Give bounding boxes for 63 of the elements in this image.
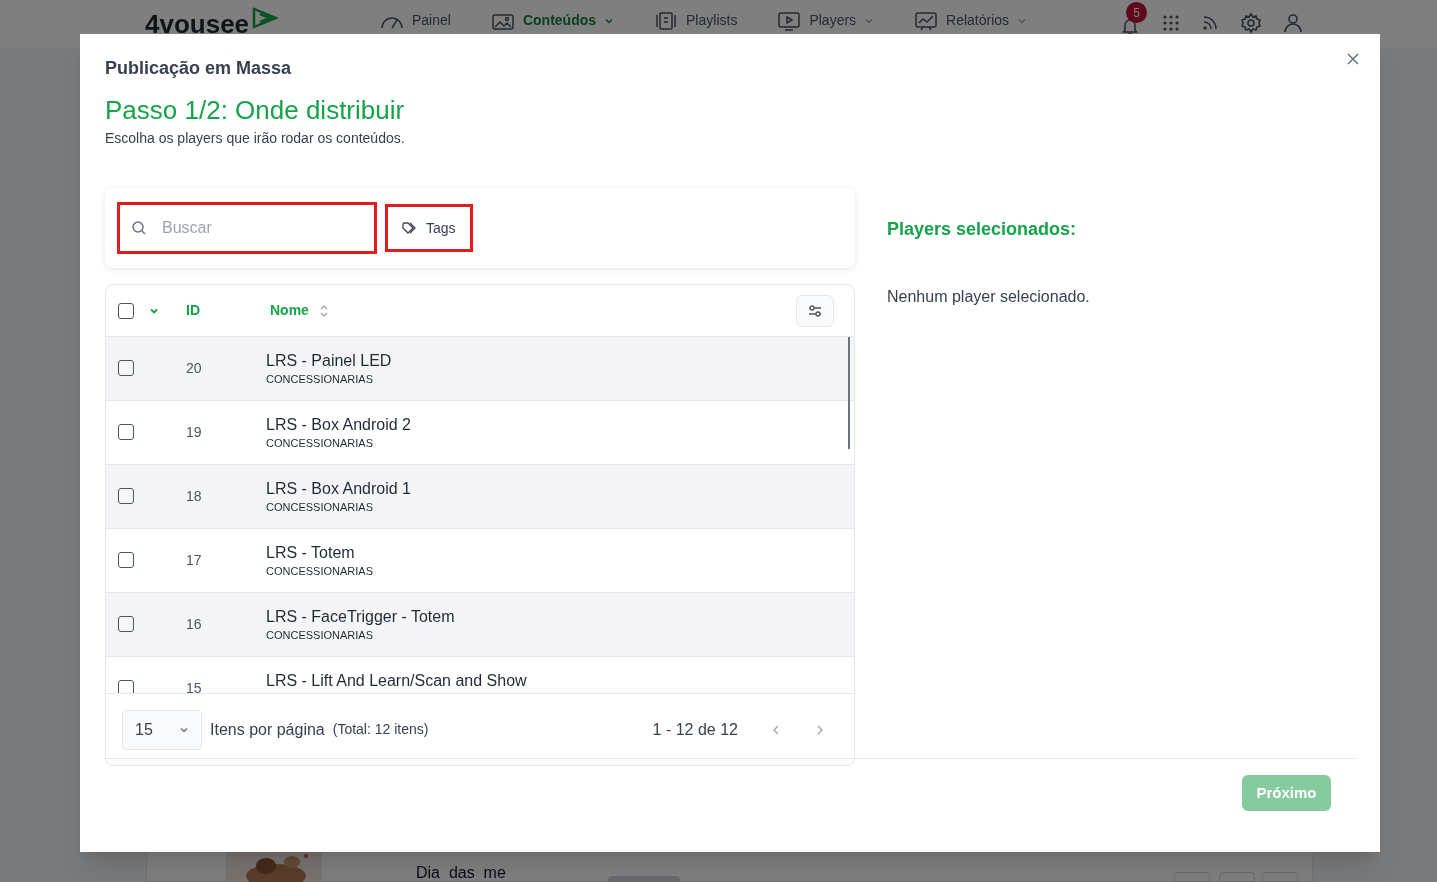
player-name: LRS - Totem [266,543,356,563]
player-group: CONCESSIONARIAS [266,371,392,387]
status-bar [608,876,680,882]
film-icon [654,10,679,31]
id-cell-text: 17 [186,551,203,570]
player-group: CONCESSIONARIAS [266,627,455,643]
player-group: CONCESSIONARIAS [266,563,373,579]
rss-icon[interactable] [1200,13,1220,33]
sliders-icon [807,303,823,318]
tags-icon [402,222,418,234]
step-title: Passo 1/2: Onde distribuir [105,94,406,126]
player-name: LRS - Box Android 2 [266,415,411,435]
play-logo-icon [251,6,280,30]
step-description: Escolha os players que irão rodar os conteúdos. [105,129,406,148]
nav-link[interactable]: Painel [380,10,451,31]
row-checkbox[interactable] [118,424,134,440]
column-header[interactable]: Nome [270,300,309,321]
player-group: CONCESSIONARIAS [266,499,411,515]
user-icon[interactable] [1282,12,1304,34]
close-icon [1346,52,1360,66]
id-cell-text: 18 [186,487,203,506]
close-button[interactable] [1346,52,1360,66]
total-count: (Total: 12 itens) [332,720,429,739]
nav-link[interactable]: Relatórios [914,10,1028,31]
row-checkbox[interactable] [118,616,134,632]
nav-link[interactable]: Players [777,10,875,31]
select-all-checkbox[interactable] [118,302,134,319]
player-name: LRS - Lift And Learn/Scan and Show [266,671,527,691]
page-range: 1 - 12 de 12 [652,719,738,740]
empty-selection-text: Nenhum player selecionado. [887,287,1091,307]
sort-icon[interactable] [318,303,329,318]
id-cell-text: 19 [186,423,203,442]
content-title: Dia das me [416,864,506,882]
settings-icon[interactable] [1240,12,1262,34]
notification-badge: 5 [1126,2,1147,23]
id-cell-text: 15 [186,679,203,693]
nav-link[interactable]: Playlists [654,10,738,31]
row-checkbox[interactable] [118,488,134,504]
modal-title: Publicação em Massa [105,57,293,80]
chevron-left-icon [771,723,781,736]
search-icon [131,220,147,236]
column-header[interactable]: ID [186,300,270,321]
player-group: CONCESSIONARIAS [266,435,411,451]
chevron-right-icon [815,723,825,736]
selected-players-title: Players selecionados: [887,218,1078,241]
row-checkbox[interactable] [118,680,134,693]
search-field[interactable]: Buscar [117,202,377,254]
per-page-select[interactable]: 15 [122,709,202,750]
player-name: LRS - FaceTrigger - Totem [266,607,455,627]
monitor-icon [777,10,802,31]
logo-text[interactable]: 4vousee [145,4,250,34]
row-checkbox[interactable] [118,552,134,568]
player-name: LRS - Box Android 1 [266,479,411,499]
id-cell-text: 20 [186,359,203,378]
tags-button[interactable]: Tags [385,204,473,252]
per-page-label: Itens por página [210,719,325,740]
column-settings-button[interactable] [796,294,834,327]
row-checkbox[interactable] [118,360,134,376]
apps-grid-icon[interactable] [1162,14,1180,32]
chart-icon [914,10,939,31]
id-cell-text: 16 [186,615,203,634]
nav-link[interactable]: Conteúdos [490,10,615,31]
player-name: LRS - Painel LED [266,351,392,371]
